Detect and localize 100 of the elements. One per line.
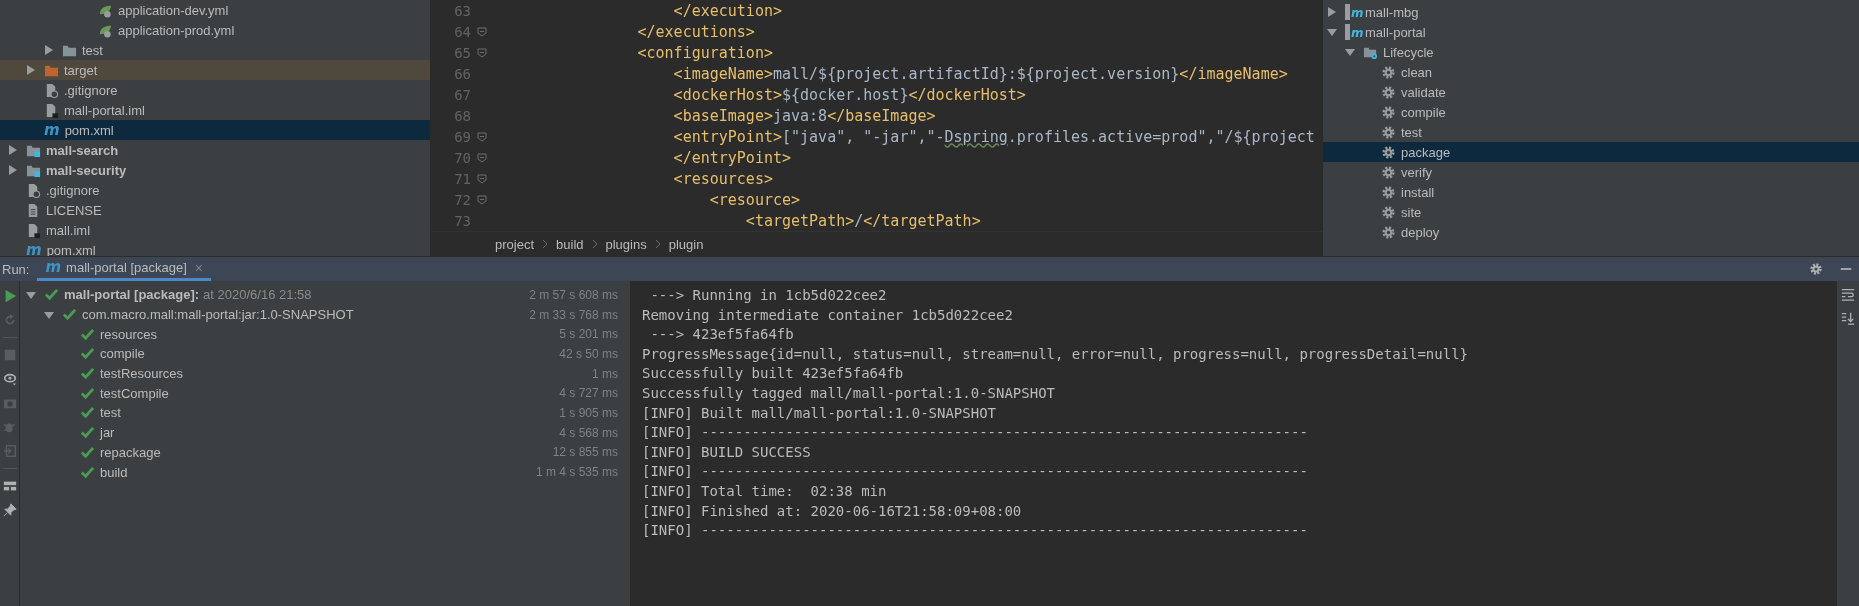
tree-item[interactable]: m pom.xml (0, 120, 430, 140)
build-step[interactable]: test 1 s 905 ms (20, 403, 630, 423)
code-line: <configuration> (636, 43, 773, 62)
code-line: <entryPoint>["java", "-jar","-Dspring.profiles.active=prod","/${project (672, 127, 1315, 146)
line-number: 63 (453, 2, 471, 19)
tree-item[interactable]: site (1323, 202, 1859, 222)
breadcrumb[interactable]: plugins (605, 236, 647, 252)
console-line: [INFO] BUILD SUCCESS (642, 442, 812, 462)
fold-marker-icon[interactable] (477, 194, 487, 205)
ignored-file-icon (44, 82, 59, 98)
tree-item[interactable]: install (1323, 182, 1859, 202)
line-number: 70 (453, 149, 471, 166)
settings-icon[interactable] (1809, 262, 1823, 276)
fold-marker-icon[interactable] (477, 47, 487, 58)
console-line: [INFO] ------------------------------------------------------------------------ (642, 462, 1309, 482)
fold-marker-icon[interactable] (477, 173, 487, 184)
gear-icon (1381, 204, 1396, 220)
tree-item[interactable]: clean (1323, 62, 1859, 82)
gear-icon (1381, 144, 1396, 160)
console-line: [INFO] ------------------------------------------------------------------------ (642, 423, 1309, 443)
tree-item[interactable]: compile (1323, 102, 1859, 122)
line-number: 67 (453, 86, 471, 103)
chevron-icon (591, 239, 598, 249)
tree-item[interactable]: .gitignore (0, 180, 430, 200)
collapsed-arrow-icon[interactable] (44, 45, 54, 55)
tree-item[interactable]: target (0, 60, 430, 80)
tree-item[interactable]: mall-portal.iml (0, 100, 430, 120)
scroll-to-end-icon[interactable] (1841, 311, 1855, 325)
breadcrumb[interactable]: project (495, 236, 535, 252)
expanded-arrow-icon[interactable] (44, 309, 54, 320)
tree-item[interactable]: m mall-mbg (1323, 2, 1859, 22)
tree-item[interactable]: Lifecycle (1323, 42, 1859, 62)
line-number: 66 (453, 65, 471, 82)
code-line: <imageName>mall/${project.artifactId}:${project.version}</imageName> (672, 64, 1288, 83)
tree-item[interactable]: mall-security (0, 160, 430, 180)
gear-icon (1381, 84, 1396, 100)
soft-wrap-icon[interactable] (1841, 287, 1855, 301)
module-file-icon (44, 102, 59, 118)
code-line: <baseImage>java:8</baseImage> (672, 106, 936, 125)
tree-item[interactable]: .gitignore (0, 80, 430, 100)
console-line: [INFO] Finished at: 2020-06-16T21:58:09+08:00 (642, 501, 1023, 521)
run-tab[interactable]: m mall-portal [package] × (37, 257, 211, 281)
tree-item[interactable]: m mall-portal (1323, 22, 1859, 42)
maven-icon: m (26, 242, 42, 256)
build-step[interactable]: resources 5 s 201 ms (20, 324, 630, 345)
fold-marker-icon[interactable] (477, 152, 487, 163)
tree-item[interactable]: validate (1323, 82, 1859, 102)
code-line: </execution> (672, 1, 782, 20)
code-line: </entryPoint> (672, 148, 791, 167)
build-step[interactable]: testResources 1 ms (20, 363, 630, 384)
line-number: 69 (453, 128, 471, 145)
console-line: Successfully built 423ef5fa64fb (642, 364, 905, 384)
fold-marker-icon[interactable] (477, 131, 487, 142)
collapsed-arrow-icon[interactable] (8, 165, 18, 175)
collapsed-arrow-icon[interactable] (1327, 7, 1337, 17)
gear-icon (1381, 224, 1396, 240)
breadcrumb[interactable]: plugin (668, 236, 704, 252)
line-number: 73 (453, 212, 471, 229)
console-line: ---> Running in 1cb5d022cee2 (649, 286, 888, 305)
gear-icon (1381, 164, 1396, 180)
console-line: [INFO] ------------------------------------------------------------------------ (642, 521, 1309, 541)
console-line: Successfully tagged mall/mall-portal:1.0-SNAPSHOT (642, 383, 1056, 403)
expanded-arrow-icon[interactable] (1327, 27, 1337, 37)
line-number: 64 (453, 23, 471, 40)
line-number: 65 (453, 44, 471, 61)
pin-icon[interactable] (2, 503, 17, 517)
build-step[interactable]: jar 4 s 568 ms (20, 422, 630, 443)
expanded-arrow-icon[interactable] (1345, 47, 1355, 57)
eye-icon[interactable] (2, 372, 17, 386)
build-step[interactable]: compile 42 s 50 ms (20, 344, 630, 364)
collapsed-arrow-icon[interactable] (8, 145, 18, 155)
collapsed-arrow-icon[interactable] (26, 65, 36, 75)
tree-item[interactable]: LICENSE (0, 200, 430, 220)
build-step[interactable]: repackage 12 s 855 ms (20, 442, 630, 463)
console-line: [INFO] Built mall/mall-portal:1.0-SNAPSHOT (642, 403, 997, 423)
code-line: <resource> (708, 190, 801, 209)
build-step[interactable]: testCompile 4 s 727 ms (20, 383, 630, 404)
gear-icon (1381, 64, 1396, 80)
tree-item[interactable]: verify (1323, 162, 1859, 182)
console-line: ---> 423ef5fa64fb (649, 325, 795, 345)
tree-item[interactable]: mall.iml (0, 220, 430, 240)
console-line: Removing intermediate container 1cb5d022cee2 (642, 305, 1014, 325)
build-step[interactable]: mall-portal [package]: at 2020/6/16 21:58 2 m 57 s 608 ms (20, 285, 630, 305)
tree-item[interactable]: application-dev.yml (0, 0, 430, 20)
tree-item[interactable]: test (0, 40, 430, 60)
gear-icon (1381, 184, 1396, 200)
expanded-arrow-icon[interactable] (26, 289, 36, 300)
breadcrumb[interactable]: build (556, 236, 584, 252)
tree-item[interactable]: mall-search (0, 140, 430, 160)
build-step[interactable]: com.macro.mall:mall-portal:jar:1.0-SNAPSHOT 2 m 33 s 768 ms (20, 304, 630, 325)
tree-item[interactable]: deploy (1323, 222, 1859, 242)
tree-item[interactable]: package (1323, 142, 1859, 162)
layout-icon[interactable] (2, 479, 17, 493)
tree-item[interactable]: test (1323, 122, 1859, 142)
fold-marker-icon[interactable] (477, 26, 487, 37)
build-step[interactable]: build 1 m 4 s 535 ms (20, 462, 630, 482)
code-line: </executions> (636, 22, 755, 41)
ignored-file-icon (26, 182, 41, 198)
console-line: [INFO] Total time: 02:38 min (642, 481, 888, 501)
tree-item[interactable]: application-prod.yml (0, 20, 430, 40)
